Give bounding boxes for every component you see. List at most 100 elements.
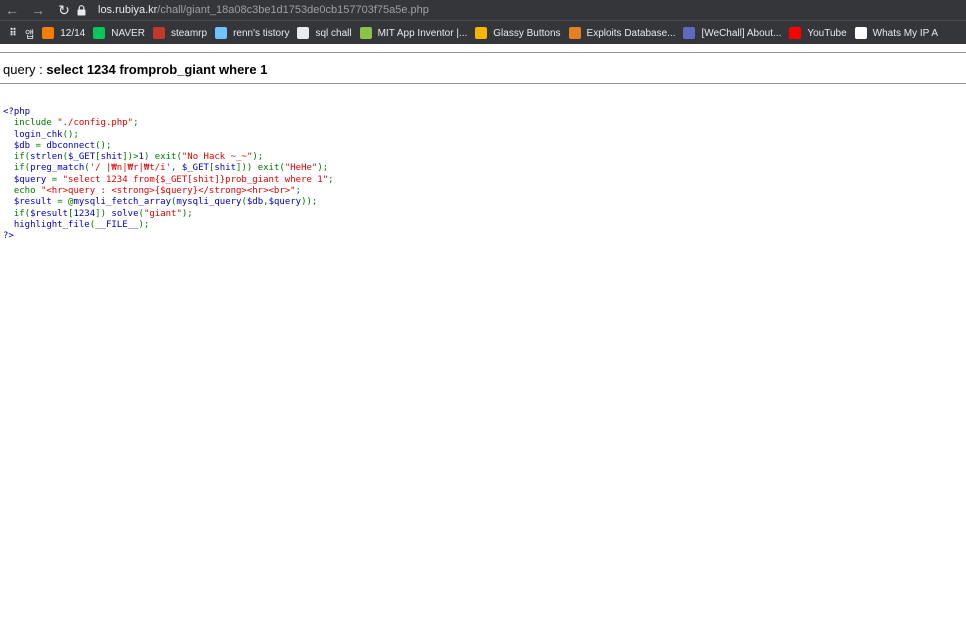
code-token: ) exit( (143, 152, 182, 163)
bookmark-item[interactable]: ⠿ 앱 (7, 22, 34, 44)
code-token: highlight_file (3, 219, 90, 230)
code-token: '/ |₩n|₩r|₩t/i' (89, 163, 171, 174)
tistory-icon (215, 27, 228, 39)
page-content: query : select 1234 fromprob_giant where… (0, 44, 966, 635)
code-line: highlight_file(__FILE__); (3, 220, 334, 231)
bookmark-item[interactable]: [WeChall] About... (683, 22, 781, 44)
code-line: ?> (3, 231, 334, 242)
arrow-left-icon: ← (5, 2, 19, 18)
code-token: $query (268, 197, 302, 208)
code-line: if(preg_match('/ |₩n|₩r|₩t/i', $_GET[shi… (3, 163, 334, 174)
code-token: shit (214, 163, 237, 174)
code-token: $_GET (68, 152, 96, 163)
code-token: )); (301, 197, 318, 208)
code-token: , (171, 163, 182, 174)
arrow-right-icon: → (31, 2, 45, 18)
code-token: ]) (95, 208, 112, 219)
code-token: "select 1234 from{$_GET[shit]}prob_giant… (62, 174, 329, 185)
bookmarks-bar: ⠿ 앱 12/14 NAVER steamrp renn's tistory sql cha… (0, 20, 966, 45)
blogger-icon (42, 27, 55, 39)
url-path: /chall/giant_18a08c3be1d1753de0cb157703f… (157, 4, 429, 16)
back-button[interactable]: ← (3, 1, 21, 19)
code-token: __FILE__ (95, 219, 139, 230)
browser-toolbar: ← → ↻ los.rubiya.kr/chall/giant_18a08c3b… (0, 0, 966, 20)
code-token: ); (138, 219, 150, 230)
bookmark-label: 12/14 (60, 27, 86, 39)
bookmark-item[interactable]: Whats My IP A (854, 22, 939, 44)
code-token: "<hr>query : <strong>{$query}</strong><h… (40, 186, 296, 197)
code-line: if($result[1234]) solve("giant"); (3, 209, 334, 220)
code-token: ; (295, 186, 302, 197)
code-token: mysqli_fetch_array (73, 197, 171, 208)
url-host: los.rubiya.kr (98, 4, 158, 16)
code-line: <?php (3, 107, 334, 118)
steamrp-icon (152, 27, 165, 39)
glassy-buttons-icon (475, 27, 488, 39)
bookmark-label: 앱 (25, 29, 35, 41)
bookmark-label: Glassy Buttons (493, 27, 561, 39)
code-token: preg_match (30, 163, 85, 174)
bottom-divider (0, 83, 966, 84)
bookmark-item[interactable]: YouTube (789, 22, 847, 44)
code-line: $result = @mysqli_fetch_array(mysqli_que… (3, 197, 334, 208)
code-line: if(strlen($_GET[shit])>1) exit("No Hack … (3, 152, 334, 163)
code-token: = @ (57, 197, 74, 208)
exploit-db-icon (568, 27, 581, 39)
code-token: $result (3, 197, 58, 208)
code-token: ); (252, 152, 264, 163)
code-token: (); (95, 140, 112, 151)
bookmark-item[interactable]: 12/14 (42, 22, 85, 44)
bookmark-item[interactable]: sql chall (297, 22, 352, 44)
code-line: include "./config.php"; (3, 118, 334, 129)
php-source-code: <?php include "./config.php"; login_chk (… (3, 107, 334, 243)
bookmark-item[interactable]: renn's tistory (215, 22, 289, 44)
code-token: echo (13, 186, 41, 197)
bookmark-item[interactable]: MIT App Inventor |... (359, 22, 468, 44)
bookmark-label: MIT App Inventor |... (377, 27, 468, 39)
code-token: $_GET (181, 163, 209, 174)
bookmark-item[interactable]: Exploits Database... (568, 22, 676, 44)
apps-grid-icon: ⠿ (9, 27, 17, 39)
bookmark-item[interactable]: NAVER (93, 22, 145, 44)
z-icon (297, 27, 310, 39)
bookmark-label: sql chall (315, 27, 352, 39)
address-bar[interactable]: los.rubiya.kr/chall/giant_18a08c3be1d175… (74, 1, 954, 19)
url-text: los.rubiya.kr/chall/giant_18a08c3be1d175… (98, 4, 429, 16)
code-token: ); (181, 208, 193, 219)
code-token: $db (3, 140, 36, 151)
query-value: select 1234 fromprob_giant where 1 (46, 62, 268, 77)
bookmark-label: steamrp (170, 27, 208, 39)
code-token: "HeHe" (284, 163, 318, 174)
lock-icon (74, 4, 88, 16)
whatsmyip-icon (854, 27, 867, 39)
bookmark-label: Whats My IP A (872, 27, 939, 39)
code-token: ?> (3, 231, 14, 242)
bookmark-label: NAVER (111, 27, 145, 39)
code-token: login_chk (3, 129, 63, 140)
youtube-icon (789, 27, 802, 39)
reload-button[interactable]: ↻ (55, 1, 73, 19)
code-line: echo "<hr>query : <strong>{$query}</stro… (3, 186, 334, 197)
code-line: $query = "select 1234 from{$_GET[shit]}p… (3, 175, 334, 186)
code-token: solve (111, 208, 139, 219)
code-token: $query (3, 174, 52, 185)
code-token: shit (100, 152, 123, 163)
forward-button[interactable]: → (29, 1, 47, 19)
code-token: ; (133, 118, 139, 129)
code-token: if( (13, 152, 31, 163)
code-token: "No Hack ~_~" (181, 152, 253, 163)
code-token: "giant" (143, 208, 182, 219)
code-token: <?php (3, 107, 31, 117)
code-token: $result (30, 208, 69, 219)
wechall-icon (683, 27, 696, 39)
code-token: strlen (30, 152, 63, 163)
bookmark-label: Exploits Database... (586, 27, 676, 39)
bookmark-item[interactable]: steamrp (152, 22, 208, 44)
bookmark-item[interactable]: Glassy Buttons (475, 22, 561, 44)
code-token: ])> (122, 152, 139, 163)
